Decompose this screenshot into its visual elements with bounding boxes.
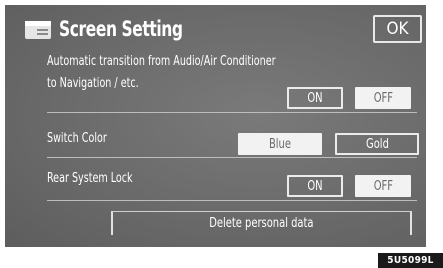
rear-lock-on-button[interactable]: ON: [287, 175, 343, 197]
rear-system-lock-label: Rear System Lock: [47, 171, 133, 186]
page-title: Screen Setting: [59, 17, 183, 41]
switch-color-gold-button[interactable]: Gold: [335, 133, 419, 155]
settings-screen-icon: [25, 21, 51, 39]
divider: [47, 157, 417, 158]
switch-color-blue-button[interactable]: Blue: [238, 133, 322, 155]
auto-transition-on-button[interactable]: ON: [287, 87, 343, 109]
delete-personal-data-button[interactable]: Delete personal data: [111, 211, 412, 235]
rear-lock-off-button[interactable]: OFF: [355, 175, 411, 197]
auto-transition-label-line2: to Navigation / etc.: [47, 76, 139, 91]
screen-setting-panel: Screen Setting OK Automatic transition f…: [5, 5, 426, 247]
title-row: Screen Setting: [25, 17, 425, 43]
divider: [47, 112, 417, 113]
auto-transition-label-line1: Automatic transition from Audio/Air Cond…: [47, 54, 276, 69]
ok-button[interactable]: OK: [373, 15, 422, 43]
divider: [47, 200, 417, 201]
figure-code: 5U5099L: [378, 253, 443, 268]
switch-color-label: Switch Color: [47, 131, 107, 146]
auto-transition-off-button[interactable]: OFF: [355, 87, 411, 109]
